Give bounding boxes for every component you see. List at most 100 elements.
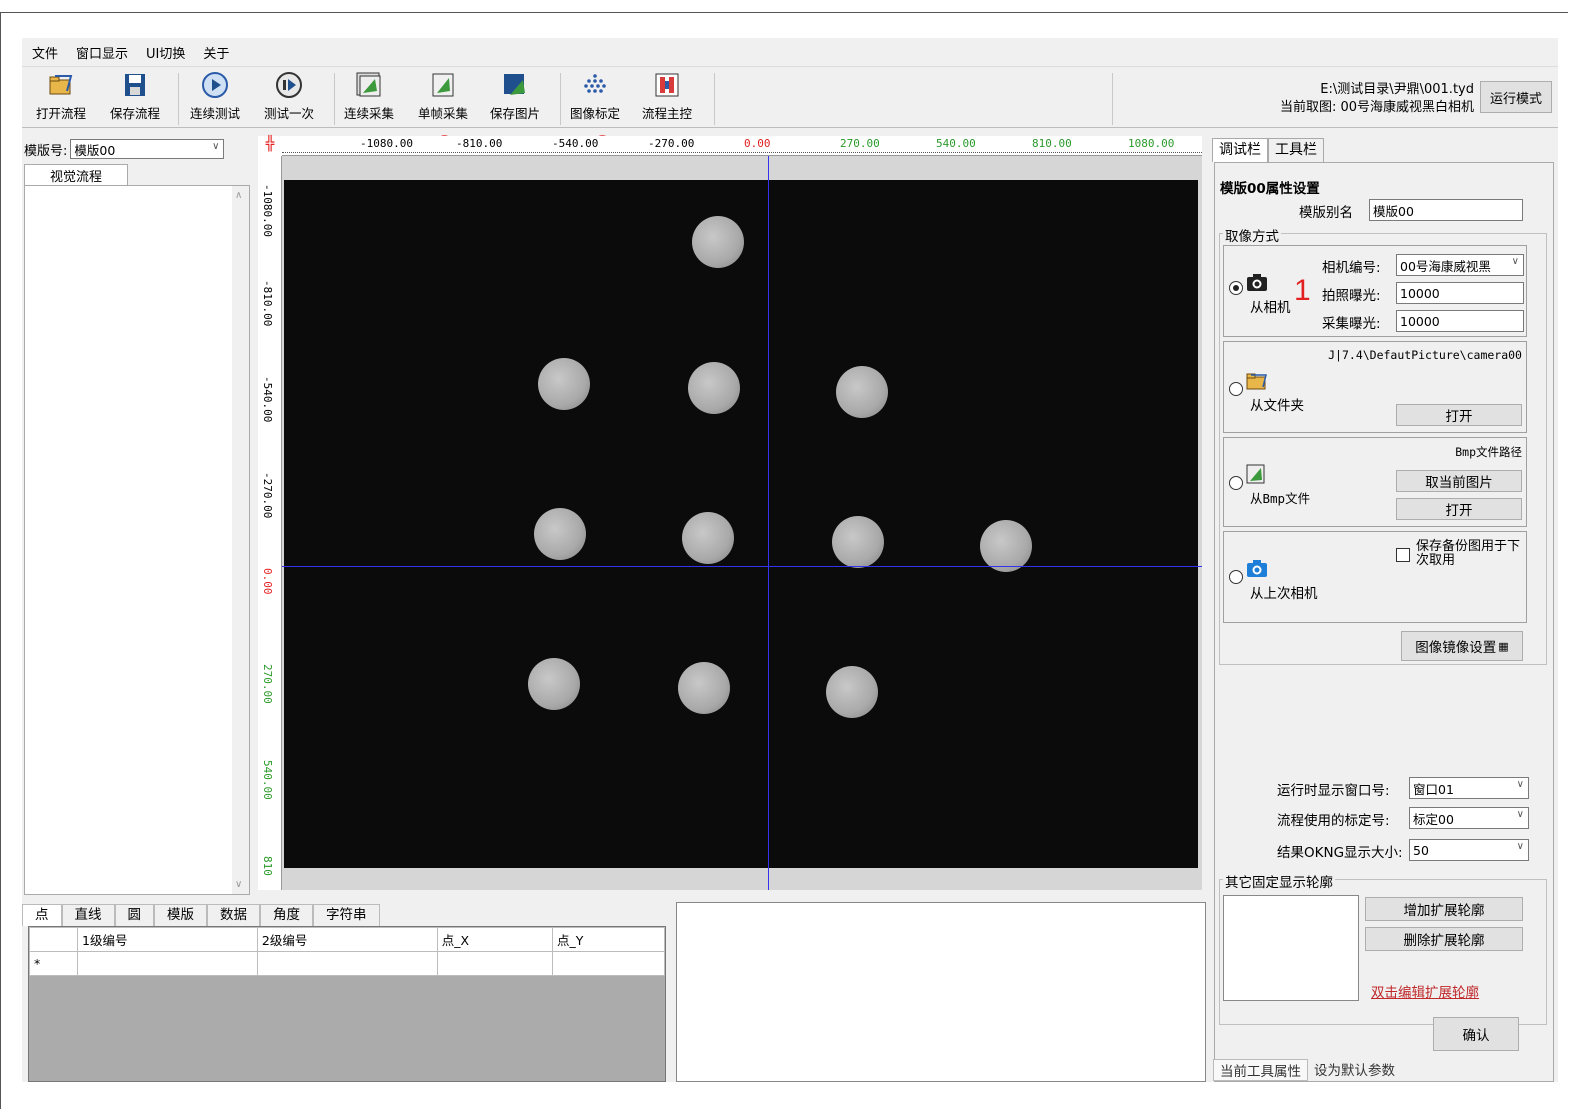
camera-id-label: 相机编号: <box>1322 260 1381 276</box>
template-label: 模版号: <box>24 143 68 159</box>
result-size-select[interactable]: 50 ∨ <box>1409 839 1529 861</box>
tab-string[interactable]: 字符串 <box>313 904 380 926</box>
single-frame-button[interactable]: 单帧采集 <box>418 71 468 122</box>
camera-icon <box>1247 274 1267 291</box>
take-current-image-button[interactable]: 取当前图片 <box>1396 470 1522 492</box>
point-table[interactable]: 1级编号 2级编号 点_X 点_Y * <box>28 926 666 1082</box>
last-camera-radio[interactable] <box>1229 570 1243 584</box>
image-calibration-button[interactable]: 图像标定 <box>570 71 620 122</box>
calibration-dot <box>688 362 740 414</box>
col-point-y: 点_Y <box>552 927 665 952</box>
calibration-select[interactable]: 标定00 ∨ <box>1409 807 1529 829</box>
camera-option-box: 从相机 1 相机编号: 00号海康威视黑 ∨ 拍照曝光: 10000 采集曝光: … <box>1223 245 1527 337</box>
bmp-radio[interactable] <box>1229 476 1243 490</box>
calibration-grid-icon <box>584 74 606 93</box>
blue-camera-icon <box>1247 560 1267 577</box>
save-image-icon <box>504 74 525 95</box>
folder-option-label: 从文件夹 <box>1250 398 1304 414</box>
ruler-left-tick: -810.00 <box>261 280 274 327</box>
tab-data[interactable]: 数据 <box>207 904 260 926</box>
chevron-down-icon: ∨ <box>212 141 220 152</box>
save-flow-button[interactable]: 保存流程 <box>110 71 160 122</box>
camera-radio[interactable] <box>1229 281 1243 295</box>
ruler-top-tick: -1080.00 <box>360 137 413 150</box>
contour-list[interactable] <box>1223 895 1359 1001</box>
flow-tree[interactable]: ∧ ∨ <box>24 185 250 895</box>
camera-image[interactable] <box>284 180 1198 868</box>
save-image-button[interactable]: 保存图片 <box>490 71 540 122</box>
calibration-dot <box>832 516 884 568</box>
ruler-corner-icon: ╬ <box>258 136 282 156</box>
tab-template[interactable]: 模版 <box>154 904 207 926</box>
ruler-left-tick: -1080.00 <box>261 184 274 237</box>
tree-scrollbar[interactable]: ∧ ∨ <box>232 186 249 894</box>
tab-set-default-params[interactable]: 设为默认参数 <box>1308 1059 1401 1081</box>
confirm-button[interactable]: 确认 <box>1433 1017 1519 1051</box>
run-mode-button[interactable]: 运行模式 <box>1480 81 1552 113</box>
calibration-dot <box>538 358 590 410</box>
continuous-test-button[interactable]: 连续测试 <box>190 71 240 122</box>
delete-contour-button[interactable]: 删除扩展轮廓 <box>1365 927 1523 951</box>
ruler-top-tick: -540.00 <box>552 137 599 150</box>
template-combo[interactable]: 模版00 ∨ <box>70 139 225 159</box>
result-panel: 点 直线 圆 模版 数据 角度 字符串 1级编号 2级编号 点_X 点_Y * <box>22 900 672 1082</box>
ruler-left: -1080.00 -810.00 -540.00 -270.00 0.00 27… <box>258 156 282 890</box>
ruler-left-tick: -270.00 <box>261 472 274 519</box>
scroll-up-icon[interactable]: ∧ <box>235 190 242 201</box>
annotation-1: 1 <box>1294 274 1311 307</box>
save-backup-checkbox[interactable] <box>1396 548 1410 562</box>
menu-about[interactable]: 关于 <box>193 43 237 62</box>
test-once-button[interactable]: 测试一次 <box>264 71 314 122</box>
menu-file[interactable]: 文件 <box>22 43 66 62</box>
tab-point[interactable]: 点 <box>22 904 62 926</box>
bmp-open-button[interactable]: 打开 <box>1396 498 1522 520</box>
camera-id-select[interactable]: 00号海康威视黑 ∨ <box>1396 254 1524 276</box>
flow-master-button[interactable]: 流程主控 <box>642 71 692 122</box>
capture-exposure-input[interactable]: 10000 <box>1396 310 1524 332</box>
edit-contour-link[interactable]: 双击编辑扩展轮廓 <box>1371 981 1479 1001</box>
ruler-top-tick: 810.00 <box>1032 137 1072 150</box>
last-camera-option-label: 从上次相机 <box>1250 586 1318 602</box>
ruler-top-tick: -270.00 <box>648 137 695 150</box>
tab-angle[interactable]: 角度 <box>260 904 313 926</box>
alias-input[interactable]: 模版00 <box>1369 199 1523 221</box>
new-row-marker: * <box>29 951 78 976</box>
step-circle-icon <box>276 72 302 98</box>
folder-radio[interactable] <box>1229 382 1243 396</box>
photo-exposure-input[interactable]: 10000 <box>1396 282 1524 304</box>
alias-label: 模版别名 <box>1299 205 1353 221</box>
calibration-dot <box>534 508 586 560</box>
col-level2-id: 2级编号 <box>256 927 438 952</box>
tab-current-tool-props[interactable]: 当前工具属性 <box>1213 1059 1308 1081</box>
tab-tools[interactable]: 工具栏 <box>1268 138 1324 162</box>
table-header: 1级编号 2级编号 点_X 点_Y <box>29 927 665 952</box>
image-viewer[interactable]: ╬ -1080.00 -810.00 -540.00 -270.00 0.00 … <box>258 136 1202 890</box>
ruler-left-tick: 810 <box>261 856 274 876</box>
open-flow-button[interactable]: 打开流程 <box>36 71 86 122</box>
calibration-dot <box>980 520 1032 572</box>
add-contour-button[interactable]: 增加扩展轮廓 <box>1365 897 1523 921</box>
grid-icon: ▦ <box>1498 639 1509 653</box>
table-row[interactable]: * <box>29 951 665 976</box>
ruler-top-tick: 540.00 <box>936 137 976 150</box>
ruler-top-tick: 1080.00 <box>1128 137 1175 150</box>
run-window-label: 运行时显示窗口号: <box>1277 783 1390 799</box>
footer-tabs: 当前工具属性 设为默认参数 <box>1213 1059 1401 1081</box>
run-window-select[interactable]: 窗口01 ∨ <box>1409 777 1529 799</box>
scroll-down-icon[interactable]: ∨ <box>235 879 242 890</box>
calibration-dot <box>692 216 744 268</box>
right-panel: 调试栏 工具栏 模版00属性设置 模版别名 模版00 取像方式 从相机 1 相机… <box>1206 136 1558 1082</box>
chevron-down-icon: ∨ <box>1511 256 1519 267</box>
calibration-label: 流程使用的标定号: <box>1277 813 1390 829</box>
bmp-file-icon <box>1246 464 1265 484</box>
continuous-capture-button[interactable]: 连续采集 <box>344 71 394 122</box>
tab-line[interactable]: 直线 <box>61 904 115 926</box>
menu-ui-switch[interactable]: UI切换 <box>136 43 193 62</box>
menu-window[interactable]: 窗口显示 <box>66 43 136 62</box>
tab-vision-flow[interactable]: 视觉流程 <box>24 164 128 186</box>
tab-debug[interactable]: 调试栏 <box>1212 138 1268 162</box>
tab-circle[interactable]: 圆 <box>114 904 154 926</box>
image-mirror-button[interactable]: 图像镜像设置 ▦ <box>1401 631 1523 661</box>
folder-open-button[interactable]: 打开 <box>1396 404 1522 426</box>
save-backup-label: 保存备份图用于下次取用 <box>1416 539 1521 568</box>
